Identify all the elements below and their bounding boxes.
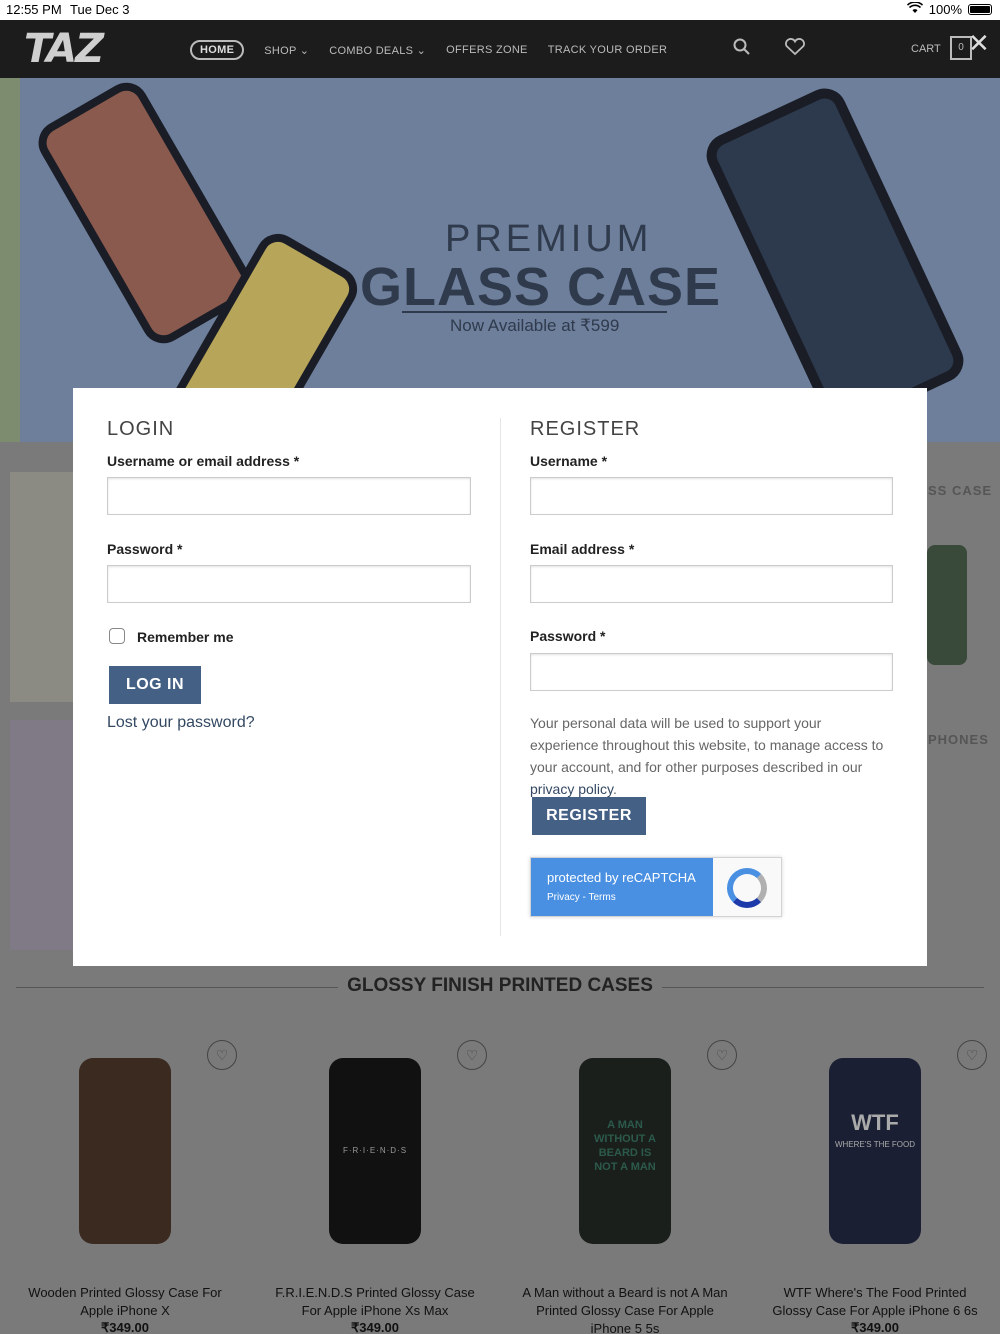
product-price: ₹349.00 (100, 1320, 150, 1334)
recaptcha-links[interactable]: Privacy - Terms (547, 892, 616, 903)
product-card[interactable]: ♡ WTF WHERE'S THE FOOD WTF Where's The F… (755, 1040, 995, 1334)
chevron-down-icon: ⌄ (299, 44, 310, 57)
login-title: LOGIN (107, 418, 175, 440)
product-card[interactable]: ♡ F·R·I·E·N·D·S F.R.I.E.N.D.S Printed Gl… (255, 1040, 495, 1334)
recaptcha-info-panel: protected by reCAPTCHA Privacy - Terms (531, 858, 713, 916)
status-time: 12:55 PM (6, 2, 62, 17)
wishlist-heart-icon[interactable]: ♡ (457, 1040, 487, 1070)
nav-offers-zone[interactable]: OFFERS ZONE (446, 44, 528, 56)
section-divider-right (662, 987, 984, 988)
recaptcha-logo-icon (727, 868, 767, 908)
product-card[interactable]: ♡ A MAN WITHOUT A BEARD IS NOT A MAN A M… (505, 1040, 745, 1334)
category-label-glass-case: SS CASE (928, 483, 993, 498)
lost-password-link[interactable]: Lost your password? (107, 714, 255, 732)
product-image-wooden[interactable] (79, 1058, 171, 1244)
nav-combo-label: COMBO DEALS (329, 44, 414, 57)
product-image-beard[interactable]: A MAN WITHOUT A BEARD IS NOT A MAN (579, 1058, 671, 1244)
main-nav: HOME SHOP ⌄ COMBO DEALS ⌄ OFFERS ZONE TR… (190, 40, 667, 60)
register-password-input[interactable] (530, 653, 893, 691)
register-email-label: Email address * (530, 541, 635, 557)
status-right: 100% (906, 1, 992, 17)
product-price: ₹349.00 (850, 1320, 900, 1334)
site-header: TAZ HOME SHOP ⌄ COMBO DEALS ⌄ OFFERS ZON… (0, 20, 1000, 78)
product-price: ₹349.00 (350, 1320, 400, 1334)
wishlist-heart-icon[interactable] (784, 38, 806, 61)
privacy-policy-link[interactable]: privacy policy (530, 781, 613, 797)
close-icon[interactable]: ✕ (968, 28, 990, 59)
register-button[interactable]: REGISTER (532, 797, 646, 835)
hero-edge-stripe (0, 78, 20, 442)
login-username-label: Username or email address * (107, 453, 300, 469)
nav-shop-label: SHOP (264, 44, 297, 57)
product-card[interactable]: ♡ Wooden Printed Glossy Case For Apple i… (5, 1040, 245, 1334)
remember-me-checkbox[interactable] (109, 628, 125, 644)
register-title: REGISTER (530, 418, 641, 440)
category-tile-case-right[interactable] (927, 545, 967, 665)
nav-combo-deals[interactable]: COMBO DEALS ⌄ (329, 44, 426, 57)
case-print-wtf: WTF (851, 1110, 899, 1135)
wishlist-heart-icon[interactable]: ♡ (207, 1040, 237, 1070)
chevron-down-icon: ⌄ (416, 44, 427, 57)
category-label-phones: PHONES (928, 732, 989, 747)
register-username-label: Username * (530, 453, 608, 469)
login-password-input[interactable] (107, 565, 471, 603)
login-button[interactable]: LOG IN (109, 666, 201, 704)
product-name[interactable]: WTF Where's The Food Printed Glossy Case… (755, 1284, 995, 1320)
modal-column-divider (500, 418, 501, 936)
hero-underline (402, 311, 667, 313)
status-bar: 12:55 PM Tue Dec 3 100% (0, 0, 1000, 20)
battery-percent: 100% (928, 2, 962, 17)
register-password-label: Password * (530, 628, 606, 644)
hero-title-glass-case: GLASS CASE (360, 257, 722, 317)
hero-phone-football (699, 81, 971, 435)
nav-home[interactable]: HOME (190, 40, 245, 60)
product-image-wtf[interactable]: WTF WHERE'S THE FOOD (829, 1058, 921, 1244)
case-print-beard: A MAN WITHOUT A BEARD IS NOT A MAN (594, 1119, 656, 1173)
remember-me-label[interactable]: Remember me (137, 629, 234, 645)
privacy-end: . (613, 781, 617, 797)
recaptcha-text: protected by reCAPTCHA (547, 870, 696, 885)
category-tile-popsocket[interactable] (10, 720, 73, 950)
case-print-friends: F·R·I·E·N·D·S (342, 1146, 408, 1155)
register-email-input[interactable] (530, 565, 893, 603)
recaptcha-badge[interactable]: protected by reCAPTCHA Privacy - Terms (530, 857, 782, 917)
battery-icon (968, 4, 992, 15)
section-title: GLOSSY FINISH PRINTED CASES (347, 975, 653, 996)
login-password-label: Password * (107, 541, 183, 557)
product-image-friends[interactable]: F·R·I·E·N·D·S (329, 1058, 421, 1244)
privacy-text: Your personal data will be used to suppo… (530, 715, 884, 775)
search-icon[interactable] (733, 38, 751, 61)
wishlist-heart-icon[interactable]: ♡ (707, 1040, 737, 1070)
hero-subtitle: Now Available at ₹599 (450, 316, 620, 335)
product-name[interactable]: Wooden Printed Glossy Case For Apple iPh… (5, 1284, 245, 1320)
product-name[interactable]: A Man without a Beard is not A Man Print… (505, 1284, 745, 1334)
status-date: Tue Dec 3 (70, 2, 130, 17)
site-logo[interactable]: TAZ (24, 26, 104, 72)
privacy-notice: Your personal data will be used to suppo… (530, 712, 890, 800)
login-username-input[interactable] (107, 477, 471, 515)
case-print-wtf-sub: WHERE'S THE FOOD (834, 1140, 916, 1149)
product-name[interactable]: F.R.I.E.N.D.S Printed Glossy Case For Ap… (255, 1284, 495, 1320)
nav-track-order[interactable]: TRACK YOUR ORDER (548, 44, 668, 56)
nav-shop[interactable]: SHOP ⌄ (264, 44, 309, 57)
category-tile-camo[interactable] (10, 472, 73, 702)
wifi-icon (906, 1, 923, 17)
wishlist-heart-icon[interactable]: ♡ (957, 1040, 987, 1070)
cart-label[interactable]: CART (911, 43, 941, 55)
account-modal: LOGIN Username or email address * Passwo… (73, 388, 927, 966)
register-username-input[interactable] (530, 477, 893, 515)
hero-title-premium: PREMIUM (445, 218, 653, 260)
